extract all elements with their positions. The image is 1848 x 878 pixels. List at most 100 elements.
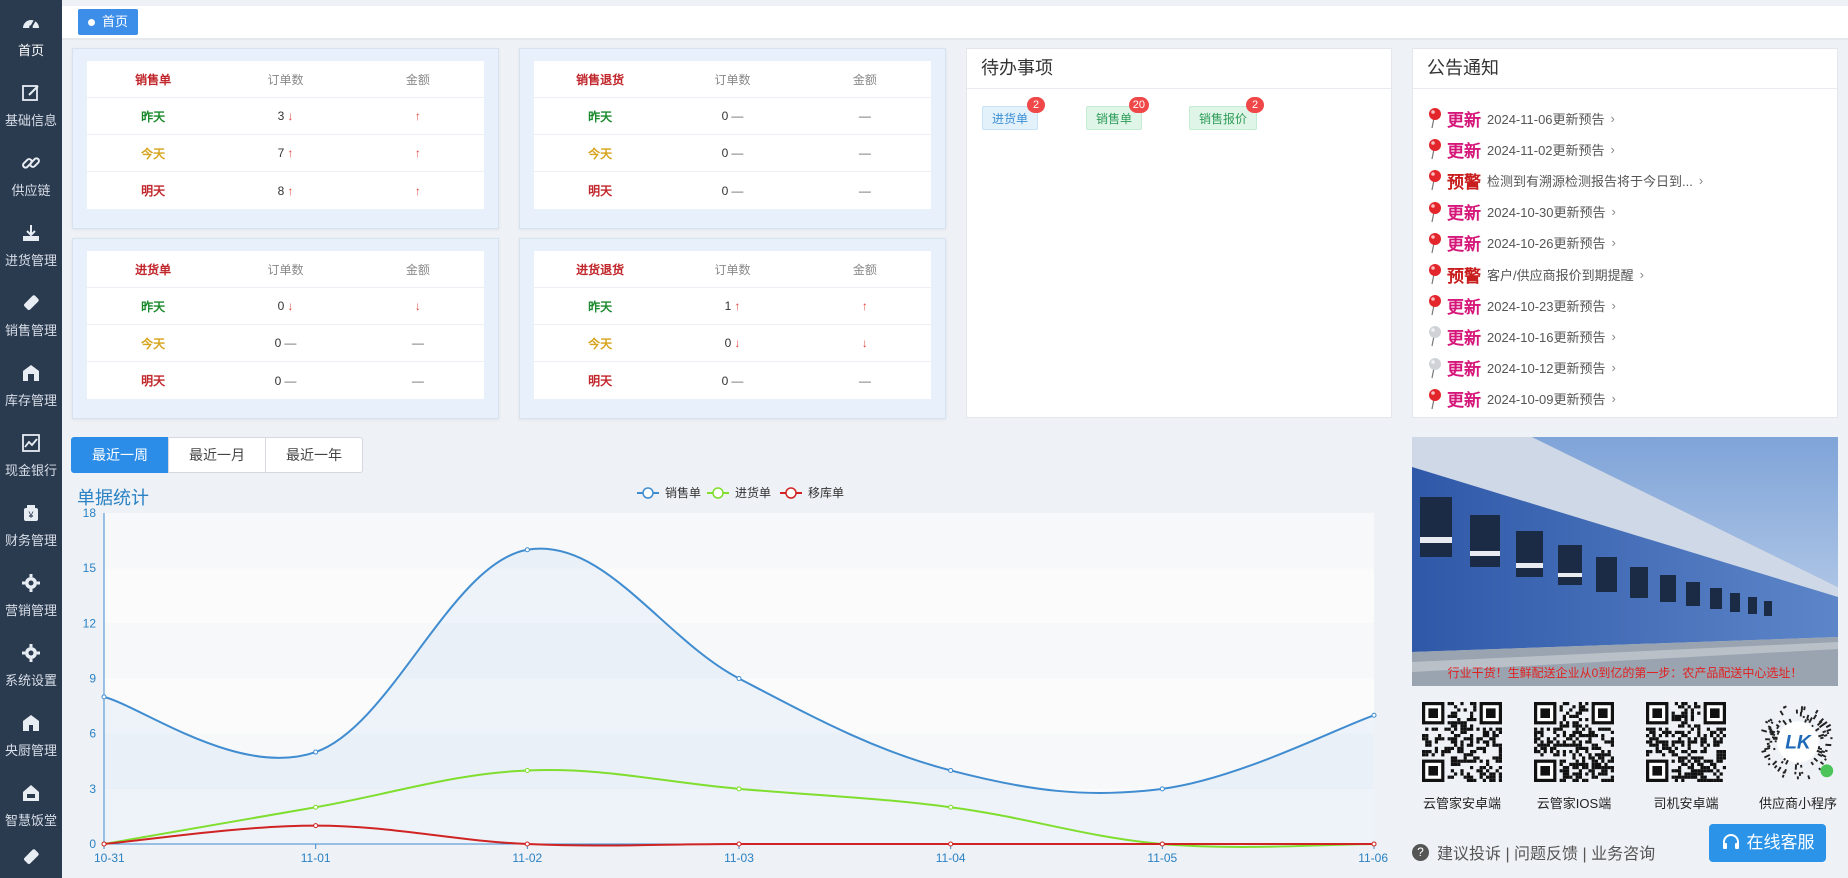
gear-icon	[20, 572, 42, 594]
tab-last-week[interactable]: 最近一周	[71, 437, 169, 473]
pin-icon	[1429, 295, 1441, 316]
notice-item[interactable]: 更新 2024-10-16更新预告 ›	[1427, 323, 1616, 349]
amount-trend-icon: ↓	[414, 299, 421, 313]
data-point[interactable]	[736, 786, 742, 792]
todo-sales-quote[interactable]: 销售报价 2	[1189, 97, 1265, 130]
data-point[interactable]	[736, 676, 742, 681]
data-point[interactable]	[1371, 712, 1377, 718]
online-support-label: 在线客服	[1746, 833, 1815, 852]
stat-count-value: 0	[721, 183, 729, 198]
sidebar-item-3[interactable]: 进货管理	[0, 210, 62, 280]
footer-links[interactable]: ? 建议投诉 | 问题反馈 | 业务咨询	[1412, 840, 1655, 864]
data-point[interactable]	[524, 547, 530, 553]
help-icon: ?	[1412, 843, 1429, 861]
qr-code-card: 司机安卓端	[1631, 702, 1741, 812]
todo-sales-order[interactable]: 销售单 20	[1086, 97, 1150, 130]
notice-item[interactable]: 更新 2024-10-12更新预告 ›	[1427, 355, 1616, 381]
sidebar-item-2[interactable]: 供应链	[0, 140, 62, 210]
tab-home[interactable]: 首页	[78, 9, 139, 35]
data-point[interactable]	[1159, 786, 1165, 792]
notice-item[interactable]: 更新 2024-10-26更新预告 ›	[1427, 230, 1616, 256]
canteen-icon	[20, 782, 42, 804]
data-point[interactable]	[524, 841, 530, 847]
stat-card-title[interactable]: 销售退货	[534, 71, 666, 88]
sidebar-item-7[interactable]: ¥ 财务管理	[0, 490, 62, 560]
legend-item[interactable]: 移库单	[780, 485, 844, 500]
data-point[interactable]	[101, 841, 107, 847]
sidebar-item-9[interactable]: 系统设置	[0, 630, 62, 700]
trend-icon: —	[731, 183, 744, 198]
sidebar-item-more[interactable]	[0, 840, 62, 878]
qr-code-icon	[1422, 702, 1502, 782]
stat-card-title[interactable]: 进货单	[87, 261, 219, 278]
stat-column-header: 订单数	[267, 262, 304, 277]
tab-last-month[interactable]: 最近一月	[168, 437, 266, 473]
legend-item[interactable]: 销售单	[637, 485, 701, 500]
notice-text: 客户/供应商报价到期提醒	[1487, 267, 1634, 283]
stat-count-value: 8	[277, 183, 285, 198]
notice-item[interactable]: 预警 客户/供应商报价到期提醒 ›	[1427, 261, 1644, 287]
sidebar-item-1[interactable]: 基础信息	[0, 70, 62, 140]
edit-icon	[20, 82, 42, 104]
tag-icon	[20, 292, 42, 314]
data-point[interactable]	[101, 694, 107, 700]
stat-card-title[interactable]: 进货退货	[534, 261, 666, 278]
notice-item[interactable]: 更新 2024-11-02更新预告 ›	[1427, 136, 1615, 162]
notice-item[interactable]: 更新 2024-10-09更新预告 ›	[1427, 386, 1616, 412]
stat-count-value: 0	[721, 109, 729, 123]
todo-quote-label: 销售报价	[1199, 112, 1248, 126]
stat-column-header: 金额	[405, 262, 430, 277]
stat-count-cell: 0—	[666, 146, 798, 160]
online-support-button[interactable]: 在线客服	[1709, 824, 1826, 862]
sidebar-item-label: 销售管理	[4, 322, 57, 338]
notice-item[interactable]: 更新 2024-10-30更新预告 ›	[1427, 199, 1616, 225]
x-tick-label: 11-02	[512, 851, 542, 865]
sidebar-item-8[interactable]: 营销管理	[0, 560, 62, 630]
gear-icon	[20, 642, 42, 664]
todo-purchase-order[interactable]: 进货单 2	[982, 97, 1046, 130]
amount-trend-icon: —	[858, 146, 871, 160]
promo-banner[interactable]: 行业干货！生鲜配送企业从0到亿的第一步：农产品配送中心选址！	[1412, 437, 1838, 686]
stat-count-value: 7	[277, 146, 285, 160]
headset-icon	[1722, 834, 1739, 849]
sidebar-item-label: 基础信息	[4, 112, 57, 128]
qr-code-label: 云管家安卓端	[1422, 796, 1501, 811]
stat-card-title[interactable]: 销售单	[87, 71, 219, 88]
data-point[interactable]	[313, 823, 319, 829]
sidebar-item-10[interactable]: 央厨管理	[0, 700, 62, 770]
stat-count-cell: 0—	[666, 374, 798, 388]
pin-icon	[1429, 108, 1441, 129]
notice-tag: 更新	[1447, 297, 1481, 317]
data-point[interactable]	[948, 804, 954, 810]
amount-trend-icon: ↓	[861, 336, 868, 350]
stat-count-cell: 0—	[219, 374, 351, 388]
stat-header-row: 进货单 订单数 金额	[87, 251, 484, 288]
sidebar-item-5[interactable]: 库存管理	[0, 350, 62, 420]
tab-last-year[interactable]: 最近一年	[265, 437, 363, 473]
data-point[interactable]	[524, 767, 530, 773]
data-point[interactable]	[313, 804, 319, 810]
stat-count-cell: 3 ↓	[219, 109, 351, 123]
notice-item[interactable]: 预警 检测到有溯源检测报告将于今日到... ›	[1427, 167, 1703, 193]
stat-column-header: 订单数	[714, 72, 751, 87]
data-point[interactable]	[1159, 841, 1165, 847]
stat-row: 明天 0— —	[534, 172, 931, 209]
notice-item[interactable]: 更新 2024-10-23更新预告 ›	[1427, 292, 1616, 318]
qr-code-label: 供应商小程序	[1758, 796, 1837, 811]
footer-links-text[interactable]: 建议投诉 | 问题反馈 | 业务咨询	[1437, 840, 1655, 864]
data-point[interactable]	[1371, 841, 1377, 847]
sidebar-item-6[interactable]: 现金银行	[0, 420, 62, 490]
legend-label: 进货单	[735, 485, 771, 500]
data-point[interactable]	[948, 767, 954, 773]
data-point[interactable]	[736, 841, 742, 847]
data-point[interactable]	[313, 749, 319, 755]
stat-column-header: 金额	[852, 262, 877, 277]
notice-tag: 更新	[1447, 235, 1481, 255]
tab-home-label: 首页	[102, 14, 129, 29]
sidebar-item-4[interactable]: 销售管理	[0, 280, 62, 350]
notice-item[interactable]: 更新 2024-11-06更新预告 ›	[1427, 105, 1615, 131]
legend-item[interactable]: 进货单	[707, 485, 771, 500]
sidebar-item-11[interactable]: 智慧饭堂	[0, 770, 62, 840]
data-point[interactable]	[948, 841, 954, 847]
sidebar-item-0[interactable]: 首页	[0, 0, 62, 70]
